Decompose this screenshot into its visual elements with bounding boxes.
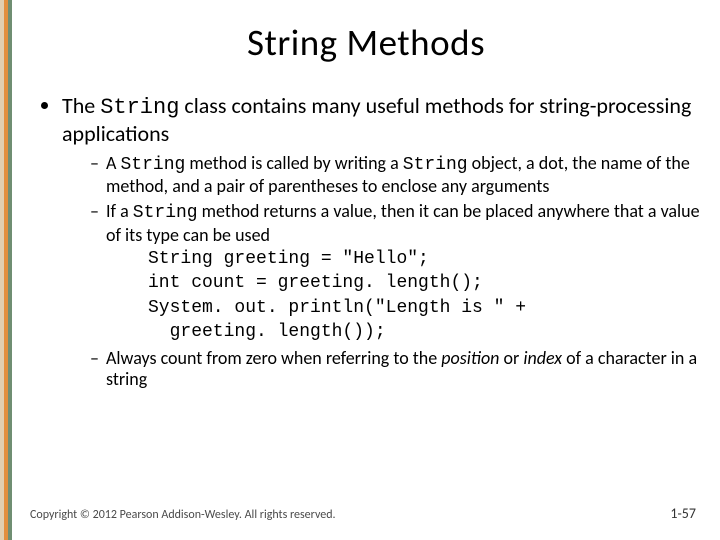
inline-code: String [120,155,185,175]
text: The [62,92,100,119]
page-number: 1-57 [670,505,696,522]
text: If a [106,200,133,222]
bullet-list: The String class contains many useful me… [34,93,702,390]
slide-title: String Methods [30,20,702,65]
sub-bullet-item: A String method is called by writing a S… [90,153,702,197]
emphasis: position [441,347,499,369]
slide-accent-rail [0,0,12,540]
text: A [106,152,120,174]
code-line: greeting. length()); [148,321,702,344]
code-line: System. out. println("Length is " + [148,297,702,320]
copyright-text: Copyright © 2012 Pearson Addison-Wesley.… [30,508,336,522]
code-line: int count = greeting. length(); [148,272,702,295]
slide-body: String Methods The String class contains… [12,0,720,540]
sub-bullet-item: If a String method returns a value, then… [90,201,702,343]
bullet-item: The String class contains many useful me… [62,93,702,390]
text: or [499,347,523,369]
emphasis: index [523,347,562,369]
inline-code: String [133,203,198,223]
sub-bullet-item: Always count from zero when referring to… [90,348,702,390]
text: Always count from zero when referring to… [106,347,441,369]
sub-bullet-list: A String method is called by writing a S… [62,153,702,390]
inline-code: String [403,155,468,175]
inline-code: String [100,95,179,120]
text: method is called by writing a [185,152,402,174]
code-line: String greeting = "Hello"; [148,248,702,271]
